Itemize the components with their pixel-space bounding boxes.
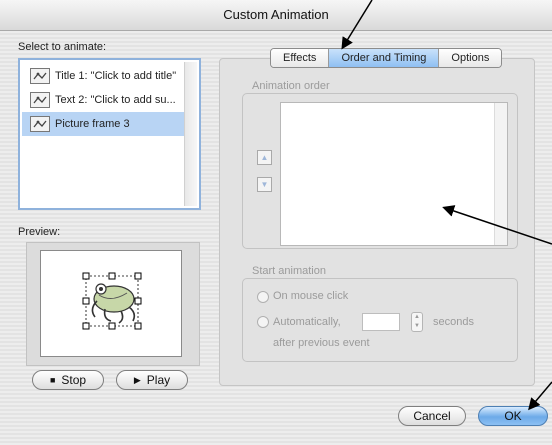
start-animation-title: Start animation bbox=[250, 265, 328, 277]
animation-order-title: Animation order bbox=[250, 80, 332, 92]
play-button-label: Play bbox=[146, 373, 171, 387]
play-icon: ▶ bbox=[133, 374, 141, 385]
stop-icon: ■ bbox=[49, 375, 56, 385]
seconds-stepper[interactable]: ▲ ▼ bbox=[411, 312, 423, 332]
play-button[interactable]: ▶ Play bbox=[116, 370, 188, 390]
animation-effect-icon bbox=[30, 92, 50, 108]
list-item-label: Picture frame 3 bbox=[55, 118, 130, 130]
after-previous-event-label: after previous event bbox=[273, 337, 370, 349]
tab-effects[interactable]: Effects bbox=[271, 49, 330, 67]
stop-button-label: Stop bbox=[61, 373, 87, 387]
move-down-icon[interactable]: ▼ bbox=[257, 177, 272, 192]
animation-order-list[interactable] bbox=[280, 102, 508, 246]
move-up-icon[interactable]: ▲ bbox=[257, 150, 272, 165]
ok-button[interactable]: OK bbox=[478, 406, 548, 426]
list-item[interactable]: Text 2: "Click to add su... bbox=[22, 88, 187, 112]
animate-list[interactable]: Title 1: "Click to add title" Text 2: "C… bbox=[18, 58, 201, 210]
stop-button[interactable]: ■ Stop bbox=[32, 370, 104, 390]
window-title: Custom Animation bbox=[0, 0, 552, 31]
list-item-label: Title 1: "Click to add title" bbox=[55, 70, 177, 82]
animation-effect-icon bbox=[30, 68, 50, 84]
list-item-label: Text 2: "Click to add su... bbox=[55, 94, 176, 106]
cancel-button[interactable]: Cancel bbox=[398, 406, 466, 426]
preview-canvas bbox=[40, 250, 182, 357]
on-mouse-click-radio[interactable] bbox=[257, 291, 269, 303]
tab-order-and-timing[interactable]: Order and Timing bbox=[329, 49, 440, 67]
tab-bar: Effects Order and Timing Options bbox=[270, 48, 503, 68]
seconds-label: seconds bbox=[433, 316, 474, 328]
animation-effect-icon bbox=[30, 116, 50, 132]
order-list-scrollbar[interactable] bbox=[494, 103, 507, 245]
preview-label: Preview: bbox=[18, 226, 61, 238]
automatically-label: Automatically, bbox=[273, 316, 341, 328]
select-to-animate-label: Select to animate: bbox=[18, 41, 107, 53]
list-scrollbar[interactable] bbox=[184, 62, 197, 206]
list-item[interactable]: Title 1: "Click to add title" bbox=[22, 64, 187, 88]
seconds-input[interactable] bbox=[362, 313, 400, 331]
on-mouse-click-label: On mouse click bbox=[273, 290, 349, 302]
frog-picture-icon bbox=[82, 272, 142, 330]
tab-options[interactable]: Options bbox=[439, 49, 502, 67]
automatically-radio[interactable] bbox=[257, 316, 269, 328]
list-item-selected[interactable]: Picture frame 3 bbox=[22, 112, 187, 136]
